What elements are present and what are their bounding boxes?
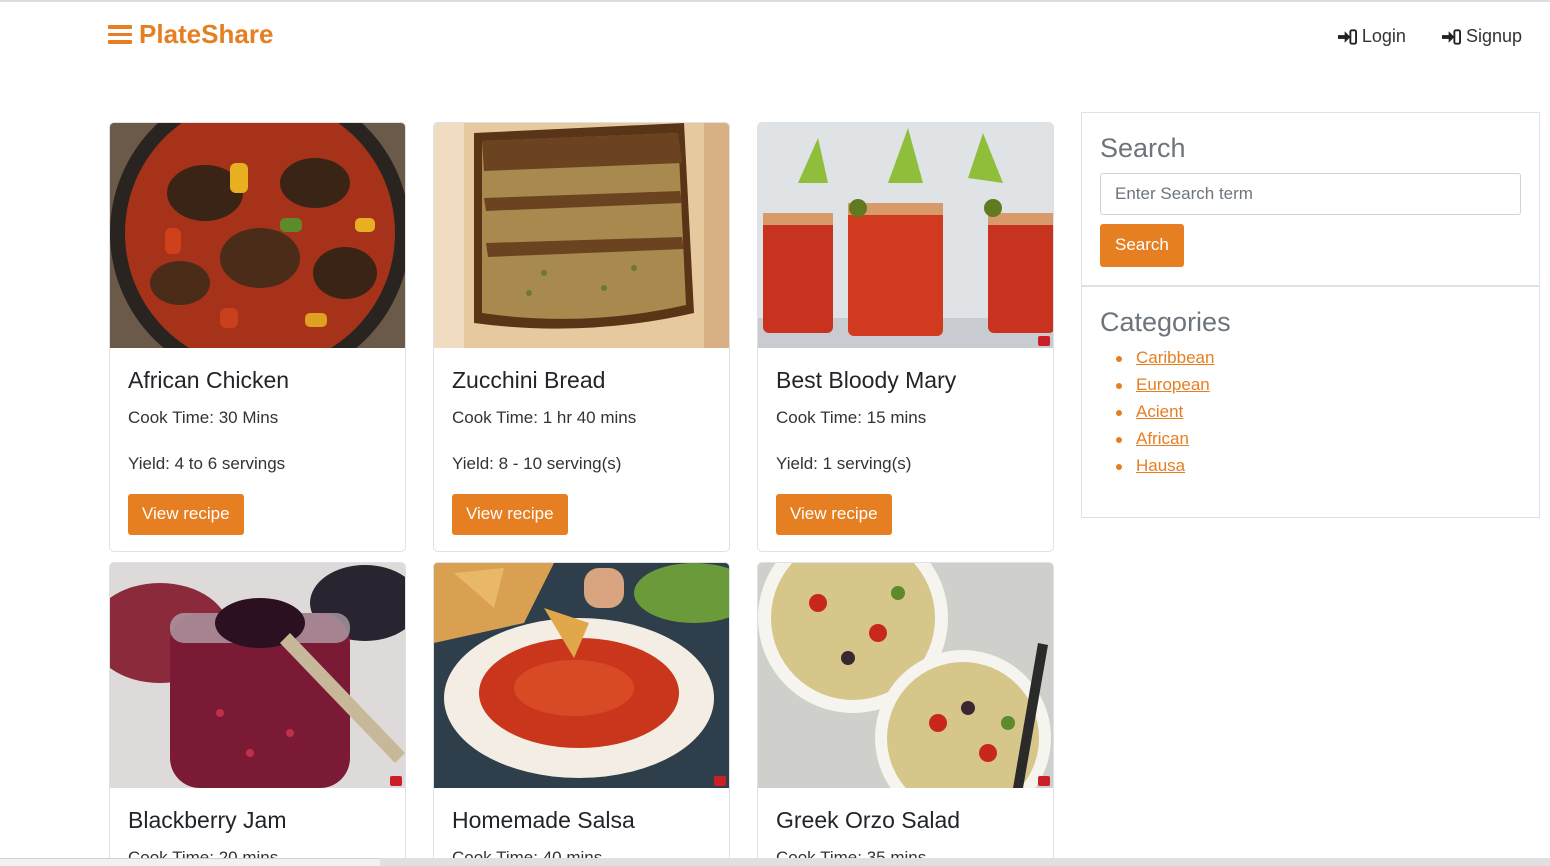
recipe-cook-time: Cook Time: 1 hr 40 mins [452, 408, 637, 427]
recipe-yield: Yield: 4 to 6 servings [128, 454, 286, 473]
login-link[interactable]: Login [1337, 26, 1406, 47]
categories-list: Caribbean European Acient African Hausa [1100, 344, 1521, 479]
category-item: European [1116, 371, 1521, 398]
nav-links: Login Signup [1337, 26, 1522, 47]
pin-badge-icon [1038, 336, 1050, 346]
horizontal-scrollbar[interactable] [0, 858, 1550, 866]
brand-name: PlateShare [139, 19, 274, 49]
recipe-cook-time: Cook Time: 15 mins [776, 408, 927, 427]
signup-label: Signup [1465, 26, 1522, 46]
zucchini-bread-photo [434, 123, 729, 348]
category-item: Hausa [1116, 452, 1521, 479]
pin-badge-icon [390, 776, 402, 786]
categories-widget: Categories Caribbean European Acient Afr… [1082, 287, 1539, 497]
category-item: Acient [1116, 398, 1521, 425]
pin-badge-icon [714, 776, 726, 786]
scrollbar-thumb[interactable] [0, 858, 380, 866]
recipe-yield: Yield: 1 serving(s) [776, 454, 912, 473]
view-recipe-button[interactable]: View recipe [776, 494, 892, 535]
category-link-acient[interactable]: Acient [1136, 402, 1183, 421]
view-recipe-button[interactable]: View recipe [452, 494, 568, 535]
pin-badge-icon [1038, 776, 1050, 786]
recipe-yield: Yield: 8 - 10 serving(s) [452, 454, 622, 473]
login-label: Login [1361, 26, 1406, 46]
sign-in-icon [1337, 28, 1357, 45]
recipe-title: Zucchini Bread [452, 367, 606, 393]
recipe-title: Best Bloody Mary [776, 367, 957, 393]
search-heading: Search [1100, 133, 1186, 163]
sidebar: Search Search Categories Caribbean Europ… [1081, 112, 1540, 518]
blackberry-jam-photo [110, 563, 405, 788]
recipe-cook-time: Cook Time: 30 Mins [128, 408, 279, 427]
search-button[interactable]: Search [1100, 224, 1184, 267]
view-recipe-button[interactable]: View recipe [128, 494, 244, 535]
category-link-caribbean[interactable]: Caribbean [1136, 348, 1214, 367]
navbar: PlateShare Login Signup [0, 2, 1550, 68]
recipe-card: Best Bloody Mary Cook Time: 15 mins Yiel… [757, 122, 1054, 552]
menu-icon[interactable] [108, 25, 132, 44]
homemade-salsa-photo [434, 563, 729, 788]
recipe-card: Homemade Salsa Cook Time: 40 mins [433, 562, 730, 866]
recipe-card: Zucchini Bread Cook Time: 1 hr 40 mins Y… [433, 122, 730, 552]
bloody-mary-photo [758, 123, 1053, 348]
recipe-card: Greek Orzo Salad Cook Time: 35 mins [757, 562, 1054, 866]
signup-link[interactable]: Signup [1441, 26, 1522, 47]
recipe-title: Blackberry Jam [128, 807, 287, 833]
recipe-title: Greek Orzo Salad [776, 807, 961, 833]
category-item: Caribbean [1116, 344, 1521, 371]
brand-link[interactable]: PlateShare [108, 19, 273, 50]
recipe-title: Homemade Salsa [452, 807, 635, 833]
category-link-hausa[interactable]: Hausa [1136, 456, 1185, 475]
categories-heading: Categories [1100, 307, 1231, 337]
category-link-african[interactable]: African [1136, 429, 1189, 448]
search-input[interactable] [1100, 173, 1521, 215]
recipe-title: African Chicken [128, 367, 290, 393]
sign-in-icon [1441, 28, 1461, 45]
category-link-european[interactable]: European [1136, 375, 1210, 394]
recipe-card: Blackberry Jam Cook Time: 20 mins [109, 562, 406, 866]
african-chicken-photo [110, 123, 405, 348]
category-item: African [1116, 425, 1521, 452]
search-widget: Search Search [1082, 113, 1539, 287]
recipe-card: African Chicken Cook Time: 30 Mins Yield… [109, 122, 406, 552]
greek-orzo-salad-photo [758, 563, 1053, 788]
